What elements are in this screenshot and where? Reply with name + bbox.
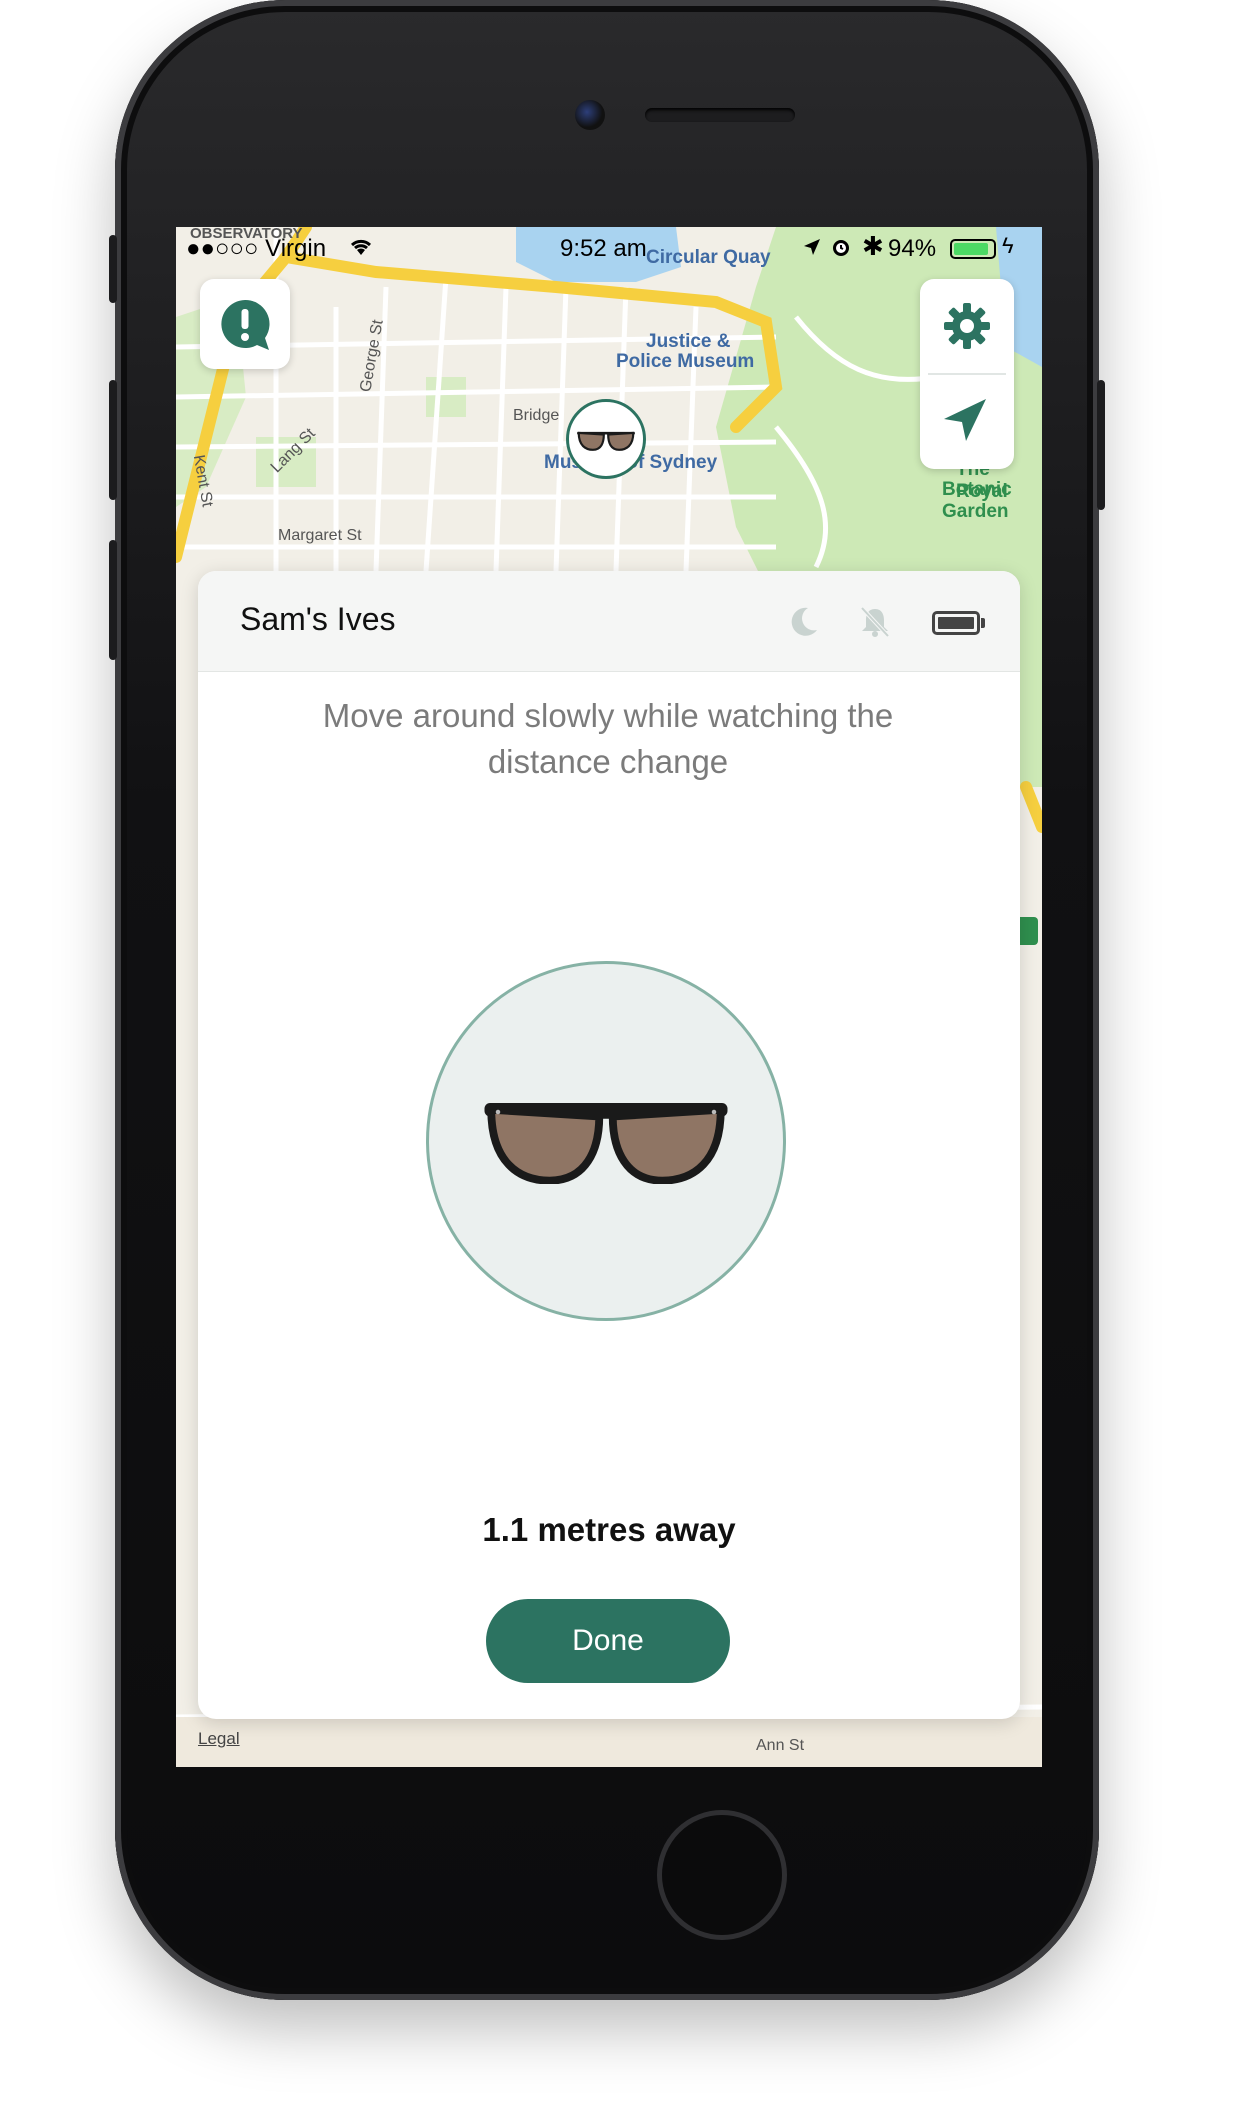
device-name: Sam's Ives [240, 601, 396, 637]
battery-tip [981, 618, 985, 628]
map-label-justice-1: Justice & [646, 331, 731, 352]
map-label-botanic-2: Botanic Garden [942, 479, 1012, 522]
done-button[interactable]: Done [486, 1599, 730, 1683]
status-bar: ●●○○○ Virgin 9:52 am ✱ 94% ϟ [176, 227, 1042, 275]
phone-screen: OBSERVATORY Circular Quay Justice & Poli… [176, 227, 1042, 1767]
charging-bolt-icon: ϟ [1002, 233, 1014, 258]
volume-down-button [109, 540, 117, 660]
map-label-justice-2: Police Museum [616, 351, 755, 372]
map-label-ann-st: Ann St [756, 1737, 805, 1754]
sunglasses-icon [484, 1103, 728, 1184]
gear-icon [944, 303, 990, 349]
mute-switch [109, 235, 117, 303]
device-map-pin[interactable] [566, 399, 646, 479]
location-arrow-icon [944, 399, 986, 441]
alert-bubble-icon [221, 299, 270, 350]
power-button [1097, 380, 1105, 510]
front-camera [575, 100, 605, 130]
sheet-header: Sam's Ives [198, 571, 1020, 672]
sunglasses-icon [577, 431, 635, 451]
settings-button[interactable] [920, 279, 1014, 373]
alert-button[interactable] [200, 279, 290, 369]
location-services-icon [804, 239, 820, 255]
map-label-margaret-st: Margaret St [278, 527, 362, 544]
volume-up-button [109, 380, 117, 500]
status-battery-icon [950, 239, 996, 259]
proximity-circle [426, 961, 786, 1321]
carrier-label: ●●○○○ Virgin [186, 235, 327, 262]
locate-me-button[interactable] [920, 375, 1014, 469]
instruction-text: Move around slowly while watching the di… [322, 697, 894, 780]
bell-off-icon[interactable] [858, 605, 892, 639]
alarm-icon [833, 240, 849, 256]
battery-icon [932, 611, 980, 635]
battery-percent: 94% [888, 235, 937, 262]
bluetooth-icon: ✱ [862, 231, 884, 261]
moon-icon[interactable] [786, 605, 820, 639]
distance-readout: 1.1 metres away [482, 1511, 736, 1548]
finder-sheet: Sam's Ives Move around slowly while watc… [198, 571, 1020, 1719]
map-legal-link[interactable]: Legal [198, 1729, 240, 1749]
map-controls [920, 279, 1014, 469]
map-label-bridge-st: Bridge [513, 407, 560, 424]
earpiece-speaker [645, 108, 795, 122]
home-button[interactable] [657, 1810, 787, 1940]
wifi-icon [350, 239, 372, 255]
clock: 9:52 am [560, 235, 647, 262]
